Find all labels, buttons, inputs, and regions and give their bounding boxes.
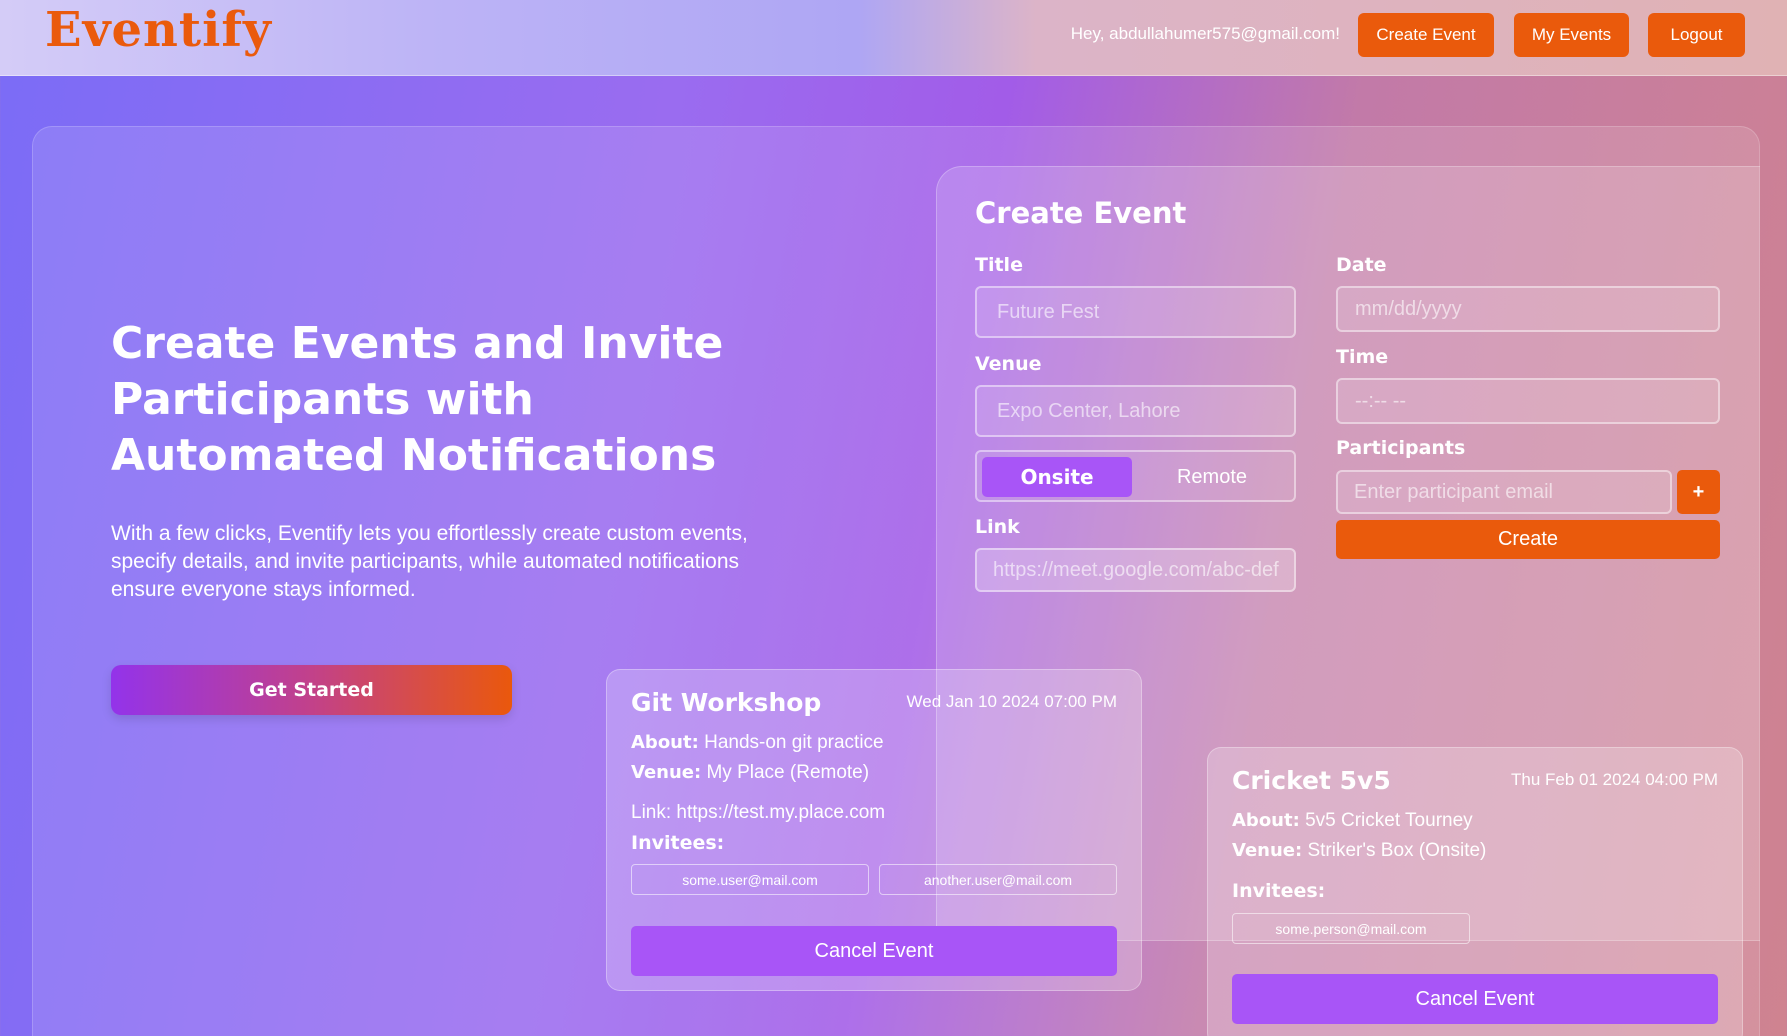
create-event-submit-button[interactable]: Create xyxy=(1336,520,1720,559)
mode-onsite-option[interactable]: Onsite xyxy=(982,457,1132,497)
logout-button[interactable]: Logout xyxy=(1648,13,1745,57)
get-started-button[interactable]: Get Started xyxy=(111,665,512,715)
link-label: Link xyxy=(975,516,1020,538)
nav-my-events-button[interactable]: My Events xyxy=(1514,13,1629,57)
about-label: About: xyxy=(1232,810,1300,831)
date-label: Date xyxy=(1336,254,1387,276)
app-logo[interactable]: Eventify xyxy=(45,2,272,58)
about-value: 5v5 Cricket Tourney xyxy=(1305,810,1473,831)
invitee-chip: some.person@mail.com xyxy=(1232,913,1470,944)
event-about: About: 5v5 Cricket Tourney xyxy=(1232,810,1473,832)
invitee-chip: another.user@mail.com xyxy=(879,864,1117,895)
event-title: Git Workshop xyxy=(631,688,822,717)
hero-description: With a few clicks, Eventify lets you eff… xyxy=(111,522,748,601)
event-about: About: Hands-on git practice xyxy=(631,732,884,754)
date-input[interactable] xyxy=(1336,286,1720,332)
invitees-label: Invitees: xyxy=(631,832,725,854)
event-card: Git Workshop Wed Jan 10 2024 07:00 PM Ab… xyxy=(606,669,1142,991)
nav-create-event-button[interactable]: Create Event xyxy=(1358,13,1494,57)
form-heading: Create Event xyxy=(975,196,1187,230)
user-greeting: Hey, abdullahumer575@gmail.com! xyxy=(1070,24,1340,43)
event-venue: Venue: Striker's Box (Onsite) xyxy=(1232,840,1486,862)
event-card: Cricket 5v5 Thu Feb 01 2024 04:00 PM Abo… xyxy=(1207,747,1743,1036)
title-input[interactable] xyxy=(975,286,1296,338)
invitees-label: Invitees: xyxy=(1232,880,1326,902)
participant-email-input[interactable] xyxy=(1336,470,1672,514)
event-link[interactable]: Link: https://test.my.place.com xyxy=(631,802,885,824)
event-venue: Venue: My Place (Remote) xyxy=(631,762,869,784)
hero-title: Create Events and Invite Participants wi… xyxy=(111,318,724,481)
cancel-event-button[interactable]: Cancel Event xyxy=(1232,974,1718,1024)
navbar: Eventify Hey, abdullahumer575@gmail.com!… xyxy=(0,0,1787,76)
invitee-chip: some.user@mail.com xyxy=(631,864,869,895)
event-date: Wed Jan 10 2024 07:00 PM xyxy=(906,692,1117,711)
about-label: About: xyxy=(631,732,699,753)
event-title: Cricket 5v5 xyxy=(1232,766,1391,795)
venue-value: Striker's Box (Onsite) xyxy=(1307,840,1487,861)
venue-input[interactable] xyxy=(975,385,1296,437)
time-label: Time xyxy=(1336,346,1389,368)
title-label: Title xyxy=(975,254,1023,276)
link-input[interactable] xyxy=(975,548,1296,592)
add-participant-button[interactable]: + xyxy=(1677,470,1720,514)
venue-mode-toggle: Onsite Remote xyxy=(975,450,1296,502)
event-date: Thu Feb 01 2024 04:00 PM xyxy=(1511,770,1718,789)
venue-value: My Place (Remote) xyxy=(706,762,870,783)
time-input[interactable] xyxy=(1336,378,1720,424)
about-value: Hands-on git practice xyxy=(704,732,884,753)
participants-label: Participants xyxy=(1336,437,1466,459)
cancel-event-button[interactable]: Cancel Event xyxy=(631,926,1117,976)
venue-label: Venue: xyxy=(631,762,702,783)
venue-label: Venue xyxy=(975,353,1042,375)
mode-remote-option[interactable]: Remote xyxy=(1137,457,1287,497)
venue-label: Venue: xyxy=(1232,840,1303,861)
